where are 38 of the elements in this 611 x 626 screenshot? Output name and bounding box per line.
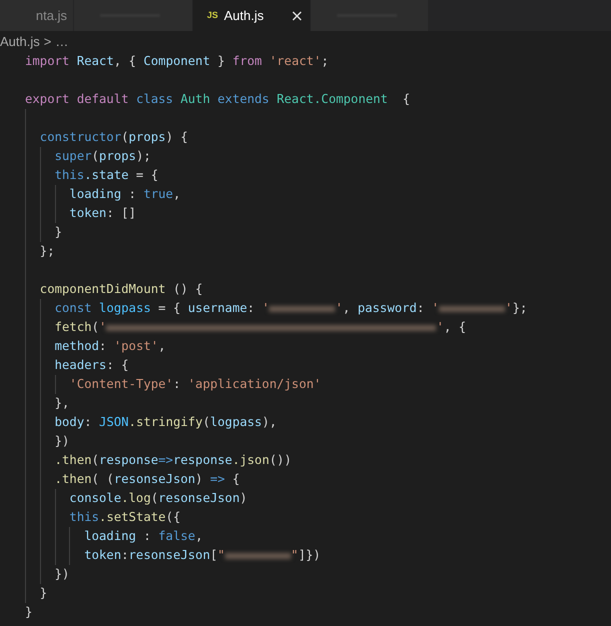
code-line: token: []	[25, 204, 611, 223]
code-line: loading : false,	[25, 527, 611, 546]
tab-label: Auth.js	[224, 6, 264, 25]
code-line: };	[25, 242, 611, 261]
code-line: constructor(props) {	[25, 128, 611, 147]
javascript-file-icon: JS	[207, 8, 218, 22]
editor-tab[interactable]	[74, 0, 192, 31]
breadcrumb-file[interactable]: Auth.js	[0, 32, 40, 52]
code-line: componentDidMount () {	[25, 280, 611, 299]
code-line: import React, { Component } from 'react';	[25, 53, 330, 70]
code-line: headers: {	[25, 356, 611, 375]
code-line: super(props);	[25, 147, 611, 166]
code-line: export default class Auth extends React.Component {	[25, 91, 412, 108]
code-line: })	[25, 432, 611, 451]
code-line: },	[25, 394, 611, 413]
code-line: .then(response=>response.json())	[25, 451, 611, 470]
breadcrumb-more[interactable]: …	[55, 32, 68, 52]
code-line: }	[25, 584, 611, 603]
code-line: 'Content-Type': 'application/json'	[25, 375, 611, 394]
code-line: })	[25, 565, 611, 584]
close-icon[interactable]	[292, 10, 302, 20]
code-line: .then( (resonseJson) => {	[25, 470, 611, 489]
code-line: }	[25, 604, 34, 621]
tab-label: nta.js	[36, 6, 67, 25]
code-line: this.state = {	[25, 166, 611, 185]
code-line: this.setState({	[25, 508, 611, 527]
breadcrumb-separator[interactable]: >	[44, 32, 52, 52]
code-line: }	[25, 223, 611, 242]
code-line: token:resonseJson[" "]})	[25, 546, 611, 565]
code-line: body: JSON.stringify(logpass),	[25, 413, 611, 432]
code-line: console.log(resonseJson)	[25, 489, 611, 508]
editor-tab[interactable]: nta.js	[0, 0, 73, 31]
code-line: loading : true,	[25, 185, 611, 204]
editor-tab[interactable]: JS Auth.js	[193, 0, 310, 31]
editor-tab[interactable]	[311, 0, 428, 31]
code-line: method: 'post',	[25, 337, 611, 356]
code-line: const logpass = { username: ' ', password: ' '};	[25, 299, 611, 318]
code-line: fetch(' ', {	[25, 318, 611, 337]
